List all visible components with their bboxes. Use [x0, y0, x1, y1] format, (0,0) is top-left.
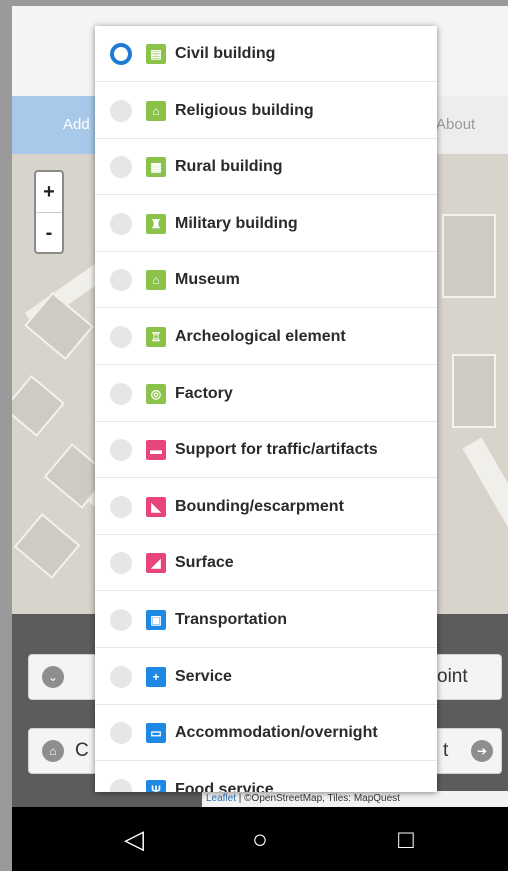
home-button-label: C — [75, 740, 89, 761]
factory-icon: ◎ — [146, 383, 166, 404]
accommodation-icon: ▭ — [146, 723, 166, 744]
attribution-text: | ©OpenStreetMap, Tiles: MapQuest — [236, 793, 400, 804]
tab-about[interactable]: About — [436, 96, 475, 154]
menu-option[interactable]: ♜ Military building — [95, 196, 437, 252]
menu-option[interactable]: ▤ Civil building — [95, 26, 437, 82]
phone-screen: Add About + - ⌄ oint ⌂ C t ➔ Leaflet | ©… — [12, 6, 508, 871]
point-button-label: oint — [437, 666, 468, 687]
menu-option[interactable]: ▬ Support for traffic/artifacts — [95, 422, 437, 479]
map-building — [452, 354, 496, 428]
menu-option-label: Food service — [175, 780, 274, 792]
menu-option-label: Factory — [175, 384, 233, 402]
radio-button[interactable] — [110, 269, 132, 292]
menu-option-label: Rural building — [175, 158, 283, 176]
menu-option-label: Accommodation/overnight — [175, 724, 378, 742]
traffic-support-icon: ▬ — [146, 440, 166, 461]
arrow-right-icon: ➔ — [471, 740, 493, 762]
back-icon[interactable]: ◁ — [104, 807, 164, 871]
radio-button[interactable] — [110, 665, 132, 688]
surface-icon: ◢ — [146, 553, 166, 574]
radio-button[interactable] — [110, 722, 132, 745]
map-building — [13, 513, 81, 579]
radio-button[interactable] — [110, 99, 132, 122]
radio-button[interactable] — [110, 495, 132, 518]
menu-option[interactable]: ◢ Surface — [95, 535, 437, 592]
menu-option-label: Transportation — [175, 611, 288, 628]
menu-option-label: Religious building — [175, 101, 314, 119]
menu-option-label: Archeological element — [175, 328, 346, 345]
map-road — [462, 437, 508, 553]
map-building — [12, 375, 65, 437]
military-building-icon: ♜ — [146, 213, 166, 234]
menu-option[interactable]: ▦ Rural building — [95, 139, 437, 196]
next-button-label: t — [443, 740, 449, 761]
recent-apps-icon[interactable]: □ — [376, 807, 436, 871]
map-attribution: Leaflet | ©OpenStreetMap, Tiles: MapQues… — [202, 791, 508, 807]
civil-building-icon: ▤ — [146, 44, 166, 64]
menu-option[interactable]: Ψ Food service — [95, 762, 437, 792]
map-building — [442, 214, 496, 298]
menu-option-label: Support for traffic/artifacts — [175, 441, 378, 459]
leaflet-link[interactable]: Leaflet — [206, 793, 236, 804]
radio-button[interactable] — [110, 382, 132, 405]
rural-building-icon: ▦ — [146, 157, 166, 178]
zoom-control: + - — [34, 170, 64, 254]
religious-building-icon: ⌂ — [146, 100, 166, 121]
transportation-icon: ▣ — [146, 610, 166, 630]
bounding-escarpment-icon: ◣ — [146, 496, 166, 517]
menu-option[interactable]: ◣ Bounding/escarpment — [95, 479, 437, 535]
museum-icon: ⌂ — [146, 270, 166, 291]
menu-option[interactable]: ◎ Factory — [95, 366, 437, 422]
menu-option-label: Service — [175, 667, 232, 685]
radio-button[interactable] — [110, 43, 132, 65]
menu-option[interactable]: + Service — [95, 649, 437, 705]
chevron-down-icon: ⌄ — [42, 666, 64, 688]
menu-option[interactable]: ♖ Archeological element — [95, 309, 437, 365]
radio-button[interactable] — [110, 609, 132, 631]
menu-option-label: Surface — [175, 554, 234, 572]
food-service-icon: Ψ — [146, 779, 166, 792]
zoom-in-button[interactable]: + — [36, 172, 62, 213]
android-nav-bar: ◁ ○ □ — [12, 807, 508, 871]
home-nav-icon[interactable]: ○ — [230, 807, 290, 871]
map-building — [24, 291, 94, 361]
radio-button[interactable] — [110, 439, 132, 462]
menu-option[interactable]: ⌂ Museum — [95, 252, 437, 309]
service-icon: + — [146, 666, 166, 687]
radio-button[interactable] — [110, 326, 132, 348]
menu-option[interactable]: ▣ Transportation — [95, 592, 437, 648]
radio-button[interactable] — [110, 212, 132, 235]
radio-button[interactable] — [110, 778, 132, 792]
menu-option[interactable]: ▭ Accommodation/overnight — [95, 705, 437, 762]
menu-option[interactable]: ⌂ Religious building — [95, 83, 437, 139]
menu-option-label: Museum — [175, 271, 240, 289]
menu-option-label: Bounding/escarpment — [175, 497, 344, 515]
home-icon: ⌂ — [42, 740, 64, 762]
menu-option-label: Civil building — [175, 45, 276, 62]
radio-button[interactable] — [110, 156, 132, 179]
zoom-out-button[interactable]: - — [36, 213, 62, 253]
archeological-element-icon: ♖ — [146, 327, 166, 347]
radio-button[interactable] — [110, 552, 132, 575]
category-select-menu: ▤ Civil building ⌂ Religious building ▦ Rural… — [95, 26, 437, 792]
menu-option-label: Military building — [175, 214, 298, 232]
